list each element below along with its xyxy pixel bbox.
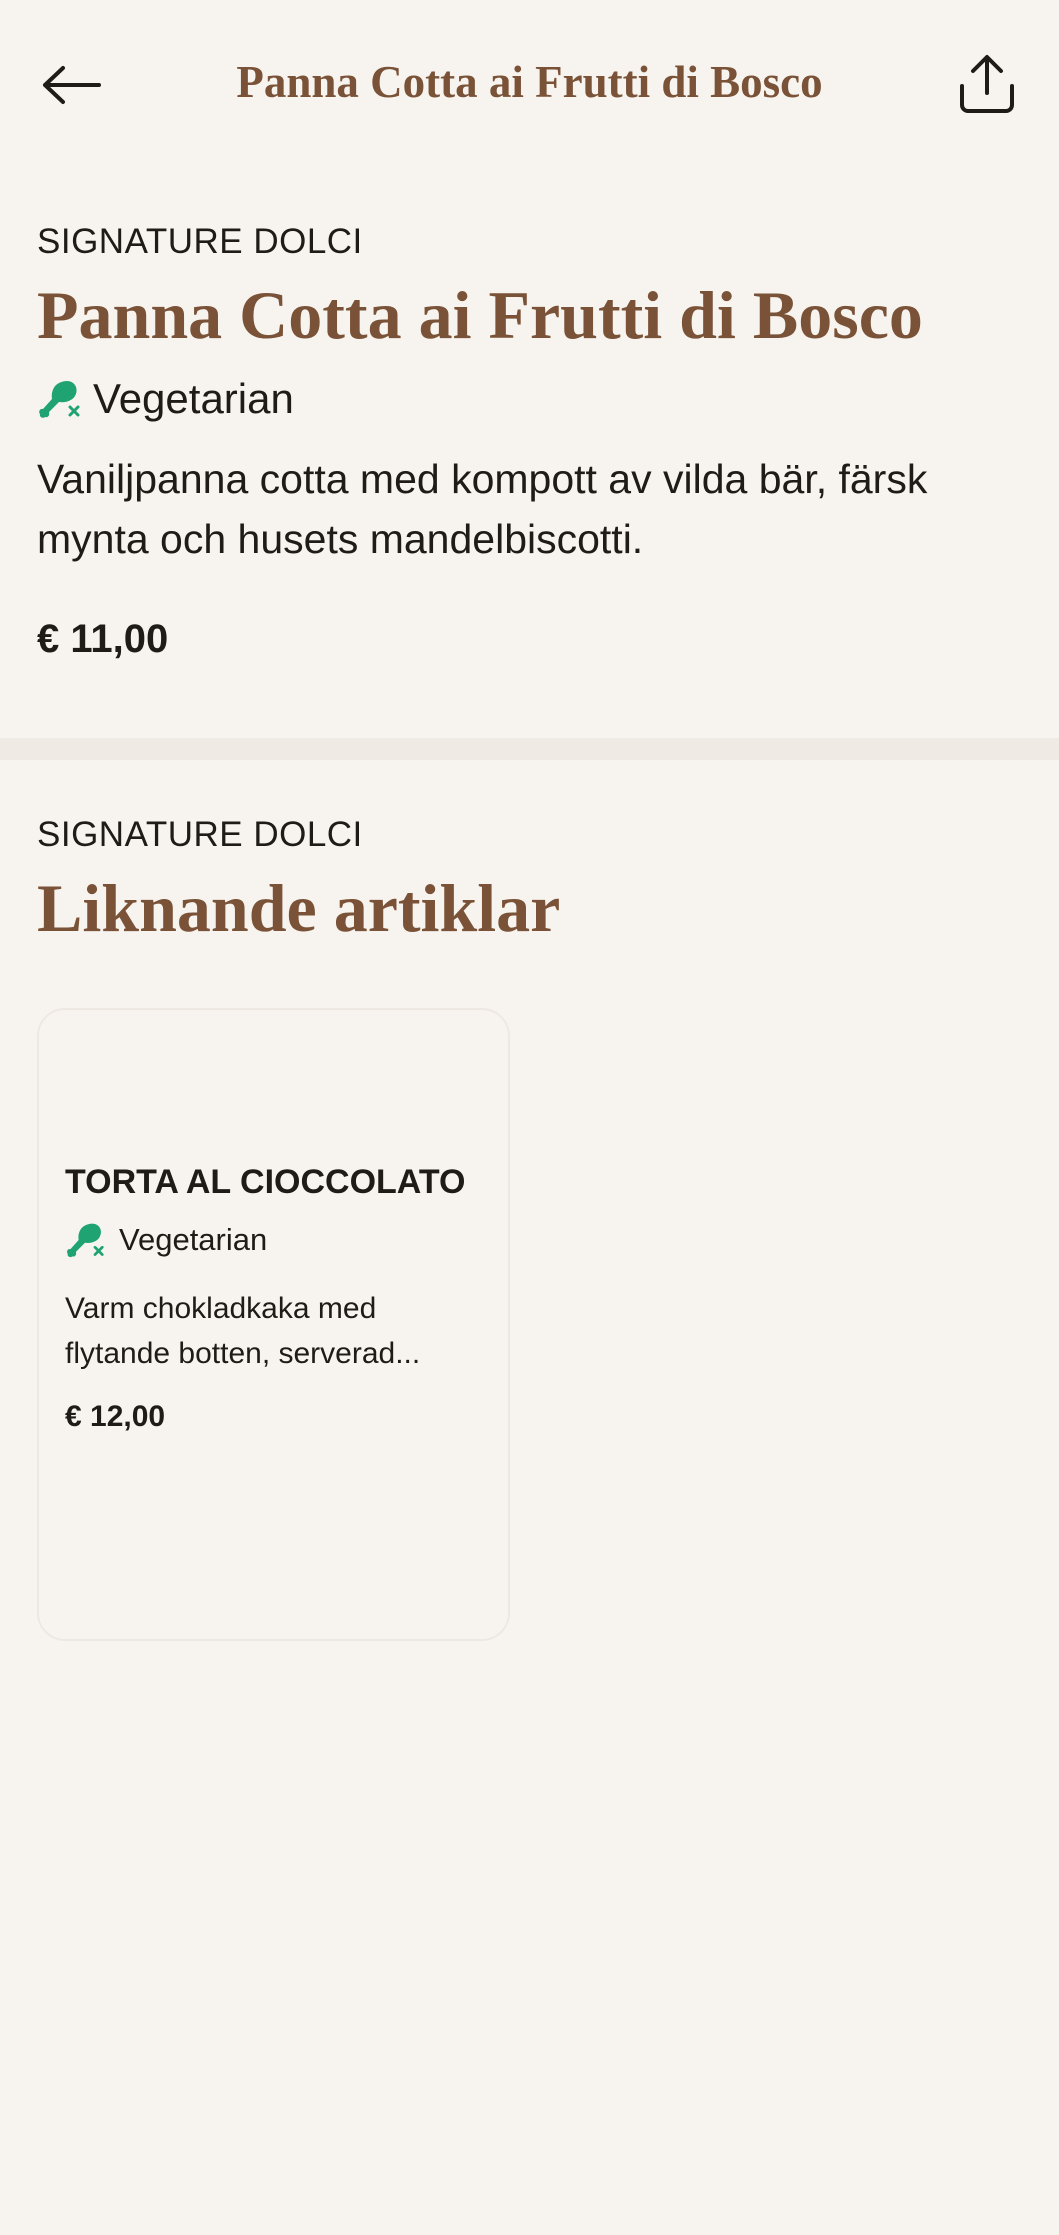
similar-category: SIGNATURE DOLCI <box>37 815 363 854</box>
vegetarian-icon <box>65 1220 105 1260</box>
back-button[interactable] <box>36 50 106 120</box>
card-content: TORTA AL CIOCCOLATO Vegetarian Varm chok… <box>65 1158 485 1434</box>
product-price: € 11,00 <box>37 616 169 661</box>
similar-item-card[interactable]: TORTA AL CIOCCOLATO Vegetarian Varm chok… <box>37 1008 510 1641</box>
card-price: € 12,00 <box>65 1400 166 1433</box>
arrow-left-icon <box>43 66 101 104</box>
product-details: SIGNATURE DOLCI Panna Cotta ai Frutti di… <box>37 222 1027 662</box>
header-title: Panna Cotta ai Frutti di Bosco <box>236 57 823 107</box>
vegetarian-icon <box>37 377 81 421</box>
share-icon <box>960 55 1014 113</box>
share-button[interactable] <box>951 48 1023 120</box>
section-divider <box>0 738 1059 760</box>
similar-items-section: SIGNATURE DOLCI Liknande artiklar <box>37 815 1027 948</box>
product-title: Panna Cotta ai Frutti di Bosco <box>37 277 923 353</box>
card-diet-tag: Vegetarian <box>65 1220 485 1260</box>
diet-label: Vegetarian <box>93 374 294 422</box>
similar-heading: Liknande artiklar <box>37 870 561 946</box>
top-bar: Panna Cotta ai Frutti di Bosco <box>0 0 1059 170</box>
product-category: SIGNATURE DOLCI <box>37 222 363 261</box>
card-diet-label: Vegetarian <box>119 1222 268 1257</box>
product-description: Vaniljpanna cotta med kompott av vilda b… <box>37 455 928 562</box>
card-description: Varm chokladkaka med flytande botten, se… <box>65 1292 421 1370</box>
diet-tag: Vegetarian <box>37 375 1027 423</box>
card-title: TORTA AL CIOCCOLATO <box>65 1163 466 1201</box>
